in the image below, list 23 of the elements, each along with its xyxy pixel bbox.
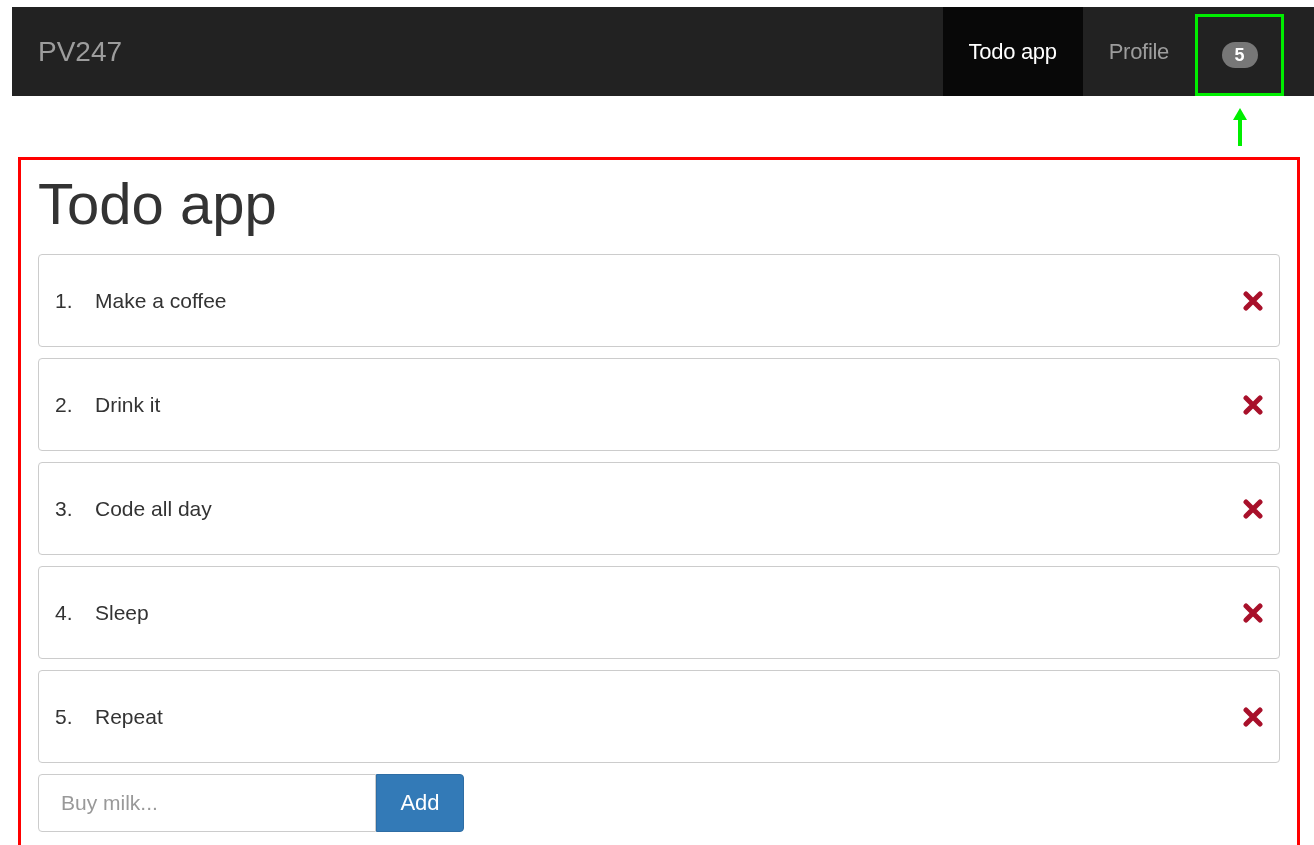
todo-text: Sleep [95, 600, 150, 625]
nav-link[interactable]: Todo app [942, 7, 1083, 96]
item-number: 3. [55, 496, 74, 521]
delete-icon[interactable] [1243, 394, 1263, 415]
todo-text: Code all day [95, 496, 213, 521]
todo-text: Drink it [95, 392, 162, 417]
item-number: 2. [55, 392, 74, 417]
todo-text: Make a coffee [95, 288, 228, 313]
add-button[interactable]: Add [376, 774, 464, 832]
todo-text: Repeat [95, 704, 164, 729]
count-badge[interactable]: 5 [1221, 42, 1258, 68]
item-number: 4. [55, 600, 74, 625]
nav-link[interactable]: Profile [1082, 7, 1195, 96]
new-todo-field[interactable]: Buy milk... [38, 774, 376, 832]
delete-icon[interactable] [1243, 602, 1263, 623]
delete-icon[interactable] [1243, 290, 1263, 311]
brand-name[interactable]: PV247 [12, 35, 943, 68]
delete-icon[interactable] [1243, 498, 1263, 519]
arrow-icon [1232, 108, 1248, 146]
item-number: 5. [55, 704, 74, 729]
delete-icon[interactable] [1243, 706, 1263, 727]
item-number: 1. [55, 288, 74, 313]
page-title: Todo app [38, 170, 278, 238]
